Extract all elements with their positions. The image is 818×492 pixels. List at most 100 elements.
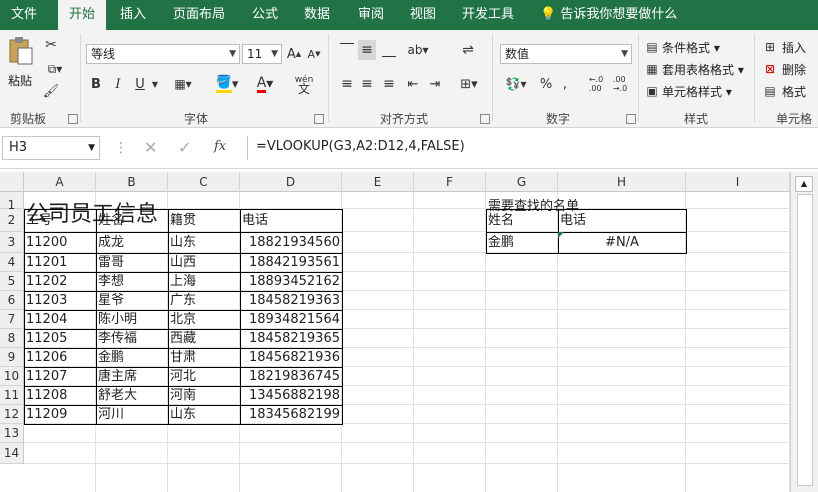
- align-center-icon[interactable]: ≡: [358, 74, 376, 94]
- column-header-d[interactable]: D: [240, 172, 342, 192]
- ribbon-tabs: 文件 开始 插入 页面布局 公式 数据 审阅 视图 开发工具 💡 告诉我你想要做…: [0, 0, 818, 32]
- shrink-font-icon[interactable]: A ▼: [306, 44, 322, 64]
- insert-cells-icon[interactable]: ⊞: [762, 38, 778, 56]
- format-cells-button[interactable]: 格式: [782, 83, 806, 100]
- chevron-down-icon[interactable]: ▼: [150, 74, 160, 94]
- accounting-format-icon[interactable]: 💱▾: [502, 74, 530, 94]
- column-header-c[interactable]: C: [168, 172, 240, 192]
- format-as-table-icon[interactable]: ▦: [644, 60, 660, 78]
- cut-icon[interactable]: ✂: [42, 36, 60, 54]
- decrease-indent-icon[interactable]: ⇤: [404, 74, 422, 94]
- tab-formulas[interactable]: 公式: [242, 0, 288, 30]
- column-header-a[interactable]: A: [24, 172, 96, 192]
- increase-indent-icon[interactable]: ⇥: [426, 74, 444, 94]
- cancel-icon[interactable]: ✕: [144, 138, 157, 157]
- comma-style-icon[interactable]: ,: [558, 74, 572, 94]
- insert-cells-button[interactable]: 插入: [782, 39, 806, 56]
- cell-border: [240, 405, 343, 425]
- paste-label[interactable]: 粘贴: [8, 72, 32, 89]
- scroll-up-icon[interactable]: ▲: [795, 176, 813, 192]
- row-header-11[interactable]: 11: [0, 386, 24, 405]
- row-header-14[interactable]: 14: [0, 443, 24, 464]
- align-left-icon[interactable]: ≡: [338, 74, 356, 94]
- column-header-h[interactable]: H: [558, 172, 686, 192]
- enter-icon[interactable]: ✓: [178, 138, 191, 157]
- cell-styles-icon[interactable]: ▣: [644, 82, 660, 100]
- align-middle-icon[interactable]: ≡: [358, 40, 376, 60]
- column-header-i[interactable]: I: [686, 172, 790, 192]
- font-launcher-icon[interactable]: [314, 114, 324, 124]
- row-header-5[interactable]: 5: [0, 272, 24, 291]
- phonetic-icon[interactable]: wén 文: [292, 74, 316, 96]
- tab-page-layout[interactable]: 页面布局: [164, 0, 234, 30]
- tab-insert[interactable]: 插入: [110, 0, 156, 30]
- cell-border: [168, 209, 241, 233]
- font-color-icon[interactable]: A ▾: [250, 74, 280, 94]
- italic-button[interactable]: I: [110, 74, 126, 94]
- row-header-7[interactable]: 7: [0, 310, 24, 329]
- clipboard-launcher-icon[interactable]: [68, 114, 78, 124]
- row-header-3[interactable]: 3: [0, 232, 24, 253]
- conditional-format-button[interactable]: 条件格式 ▾: [662, 39, 720, 56]
- number-format-select[interactable]: 数值 ▼: [500, 44, 632, 64]
- lookup-title-cell[interactable]: 需要查找的名单: [486, 192, 579, 214]
- row-header-10[interactable]: 10: [0, 367, 24, 386]
- percent-icon[interactable]: %: [538, 74, 554, 94]
- name-box[interactable]: H3 ▼: [2, 136, 100, 160]
- row-header-2[interactable]: 2: [0, 209, 24, 232]
- delete-cells-icon[interactable]: ⊠: [762, 60, 778, 78]
- row-header-9[interactable]: 9: [0, 348, 24, 367]
- conditional-format-icon[interactable]: ▤: [644, 38, 660, 56]
- align-right-icon[interactable]: ≡: [380, 74, 398, 94]
- decrease-decimal-icon[interactable]: .00 →.0: [610, 74, 630, 94]
- row-header-8[interactable]: 8: [0, 329, 24, 348]
- sheet-title-cell[interactable]: 公司员工信息: [24, 192, 158, 226]
- column-header-e[interactable]: E: [342, 172, 414, 192]
- font-name-select[interactable]: 等线 ▼: [86, 44, 240, 64]
- worksheet-grid[interactable]: A B C D E F G H I 1 2 3 4 5 6 7 8 9 10 11 12 13 14 公司员工信息 需要查找的名…: [0, 172, 790, 492]
- wrap-text-icon[interactable]: ⇌: [458, 40, 478, 60]
- paste-icon[interactable]: [6, 36, 36, 66]
- row-header-6[interactable]: 6: [0, 291, 24, 310]
- select-all-corner[interactable]: [0, 172, 24, 192]
- cell-styles-button[interactable]: 单元格样式 ▾: [662, 83, 732, 100]
- orientation-icon[interactable]: ab▾: [406, 40, 430, 60]
- format-as-table-button[interactable]: 套用表格格式 ▾: [662, 61, 744, 78]
- tab-review[interactable]: 审阅: [348, 0, 394, 30]
- vertical-scrollbar[interactable]: ▲: [790, 172, 818, 492]
- bold-button[interactable]: B: [88, 74, 104, 94]
- tab-data[interactable]: 数据: [294, 0, 340, 30]
- increase-decimal-icon[interactable]: ←.0.00: [586, 74, 606, 94]
- delete-cells-button[interactable]: 删除: [782, 61, 806, 78]
- format-cells-icon[interactable]: ▤: [762, 82, 778, 100]
- align-top-icon[interactable]: ⎺: [338, 40, 356, 60]
- merge-center-icon[interactable]: ⊞▾: [456, 74, 482, 94]
- tell-me-box[interactable]: 💡 告诉我你想要做什么: [540, 0, 680, 30]
- copy-icon[interactable]: ⧉▾: [42, 60, 68, 78]
- tab-developer[interactable]: 开发工具: [454, 0, 522, 30]
- error-indicator-icon[interactable]: [558, 232, 564, 238]
- number-launcher-icon[interactable]: [626, 114, 636, 124]
- underline-button[interactable]: U: [132, 74, 148, 94]
- scrollbar-thumb[interactable]: [797, 194, 813, 486]
- fill-color-icon[interactable]: 🪣 ▾: [212, 74, 242, 94]
- column-header-b[interactable]: B: [96, 172, 168, 192]
- borders-icon[interactable]: ▦▾: [170, 74, 196, 94]
- format-painter-icon[interactable]: 🖌: [42, 82, 60, 100]
- formula-input[interactable]: =VLOOKUP(G3,A2:D12,4,FALSE): [247, 136, 818, 160]
- tab-home[interactable]: 开始: [58, 0, 106, 32]
- column-header-g[interactable]: G: [486, 172, 558, 192]
- tab-file[interactable]: 文件: [0, 0, 48, 30]
- row-header-4[interactable]: 4: [0, 253, 24, 272]
- insert-function-icon[interactable]: fx: [214, 139, 226, 154]
- tab-view[interactable]: 视图: [400, 0, 446, 30]
- row-header-12[interactable]: 12: [0, 405, 24, 424]
- grow-font-icon[interactable]: A ▲: [286, 44, 302, 64]
- row-header-1[interactable]: 1: [0, 192, 24, 212]
- row-header-13[interactable]: 13: [0, 424, 24, 443]
- alignment-launcher-icon[interactable]: [480, 114, 490, 124]
- align-bottom-icon[interactable]: ⎽: [380, 40, 398, 60]
- divider: [638, 34, 639, 122]
- column-header-f[interactable]: F: [414, 172, 486, 192]
- font-size-select[interactable]: 11 ▼: [242, 44, 282, 64]
